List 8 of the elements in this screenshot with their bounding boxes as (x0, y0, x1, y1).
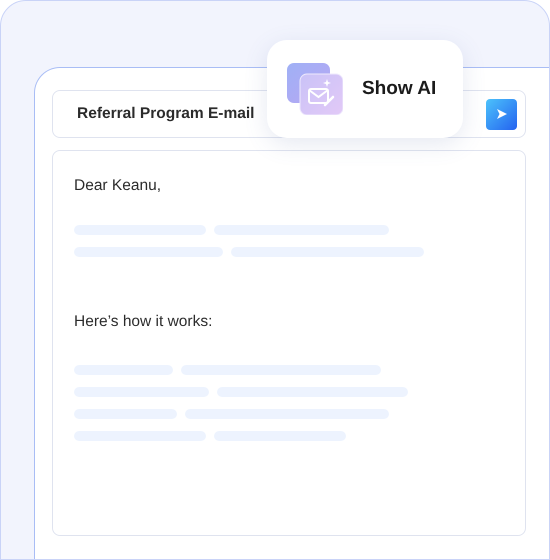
subject-text: Referral Program E-mail (77, 104, 254, 124)
ai-mail-icon (287, 63, 343, 115)
send-button[interactable] (486, 98, 517, 130)
show-ai-button[interactable]: Show AI (267, 40, 463, 138)
send-icon (496, 108, 508, 120)
email-body[interactable]: Dear Keanu, Here’s how it works: (52, 150, 526, 536)
body-text: Dear Keanu, (74, 176, 162, 196)
body-text: Here’s how it works: (74, 312, 214, 332)
